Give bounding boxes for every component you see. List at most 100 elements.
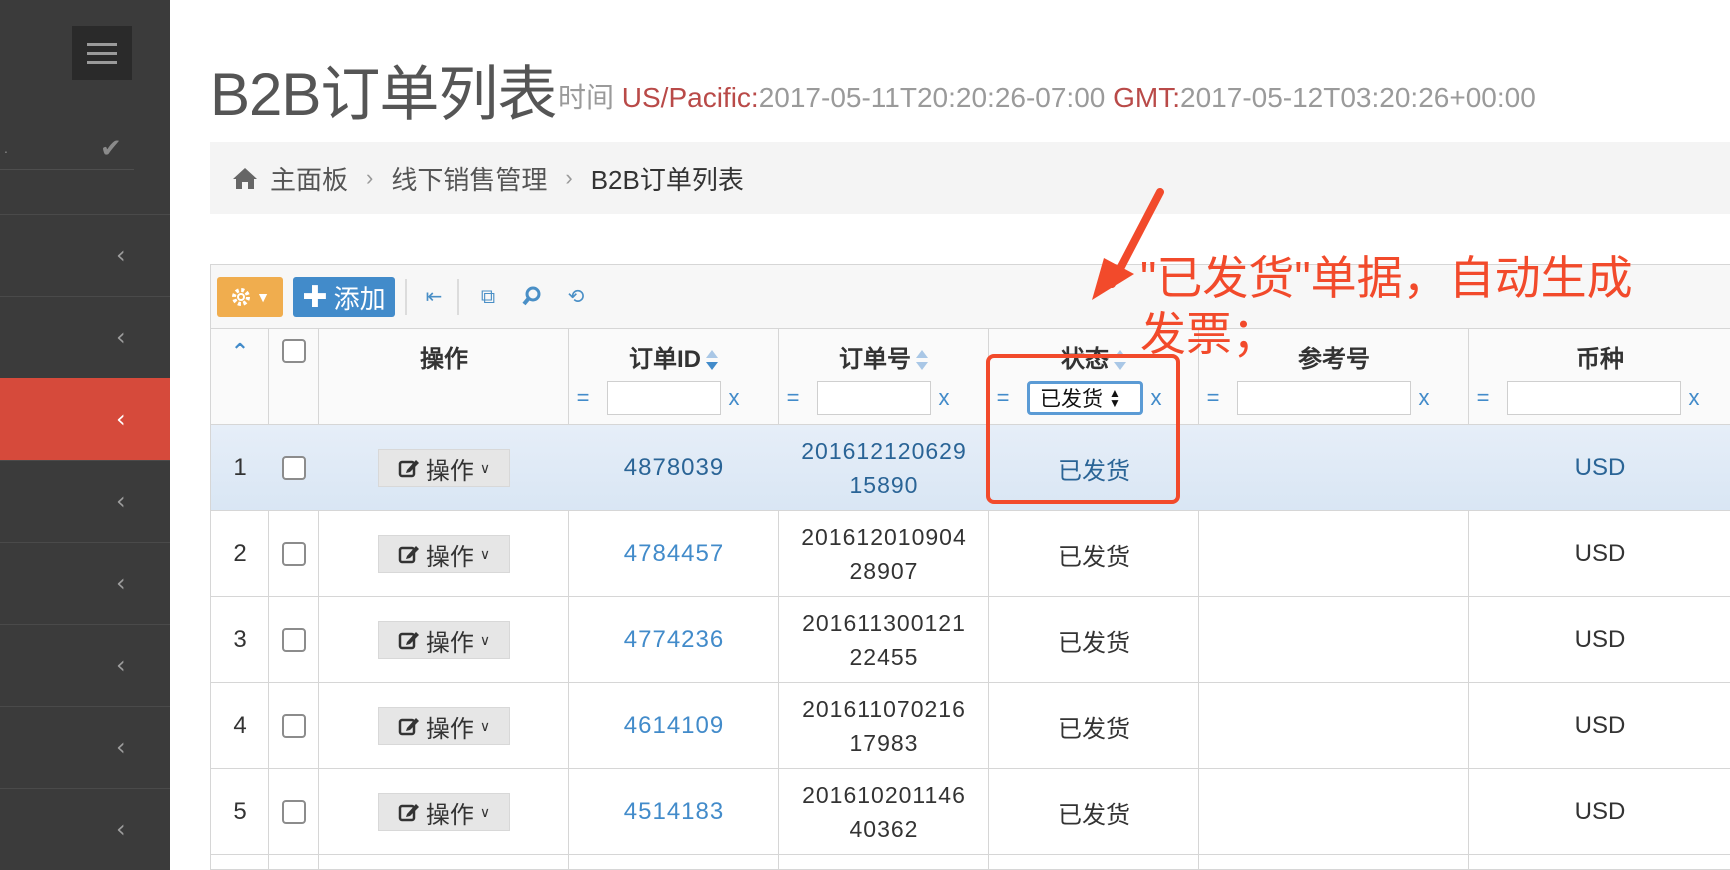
tz2-label: GMT: xyxy=(1113,82,1181,113)
row-number: 5 xyxy=(233,798,247,825)
tz1-label: US/Pacific: xyxy=(621,82,759,113)
breadcrumb-item-current: B2B订单列表 xyxy=(590,164,744,195)
currency-cell: USD xyxy=(1574,540,1626,567)
search-icon[interactable] xyxy=(519,283,545,309)
row-action-label: 操作 xyxy=(425,543,474,571)
row-action-cell: 操作 ∨ xyxy=(319,769,569,855)
row-action-cell: 操作 ∨ xyxy=(319,597,569,683)
home-icon xyxy=(233,168,257,189)
sidebar-item-7[interactable]: ‹ xyxy=(0,706,170,788)
breadcrumb-item-offline-sales[interactable]: 线下销售管理 xyxy=(391,160,547,197)
row-checkbox[interactable] xyxy=(282,542,306,566)
status-cell: 已发货 xyxy=(1058,801,1130,829)
edit-icon xyxy=(398,460,419,478)
add-button[interactable]: ✚ 添加 xyxy=(293,277,395,317)
breadcrumb-separator: › xyxy=(565,165,573,190)
tz1-value: 2017-05-11T20:20:26-07:00 xyxy=(758,82,1114,113)
filter-ref-no: = x xyxy=(1199,381,1437,415)
row-action-label: 操作 xyxy=(425,629,474,657)
table-row[interactable]: 5 操作 ∨ 4514183 201610201146 40362 已发货 USD xyxy=(211,769,1730,855)
sidebar-item-2[interactable]: ‹ xyxy=(0,296,170,378)
order-no-part2: 15890 xyxy=(849,472,919,498)
row-number: 2 xyxy=(233,540,247,567)
order-no-cell: 201611070216 17983 xyxy=(779,683,989,769)
order-id-link[interactable]: 4614109 xyxy=(569,683,779,769)
row-number: 3 xyxy=(233,626,247,653)
order-id-link[interactable]: 4774236 xyxy=(569,597,779,683)
sidebar-item-1[interactable]: ‹ xyxy=(0,214,170,296)
settings-dropdown-button[interactable]: ▼ xyxy=(217,277,283,317)
sidebar-item-6[interactable]: ‹ xyxy=(0,624,170,706)
filter-operator[interactable]: = xyxy=(779,385,807,411)
row-checkbox[interactable] xyxy=(282,800,306,824)
table-row[interactable]: 1 操作 ∨ 4878039 201612120629 15890 已发货 USD xyxy=(211,425,1730,511)
chevron-left-icon: ‹ xyxy=(116,241,126,269)
sidebar-item-5[interactable]: ‹ xyxy=(0,542,170,624)
sidebar-collapsed-item[interactable]: . ✔ xyxy=(0,128,134,170)
order-id-link[interactable]: 4784457 xyxy=(569,511,779,597)
row-action-button[interactable]: 操作 ∨ xyxy=(378,793,510,831)
filter-order-id-input[interactable] xyxy=(607,381,721,415)
filter-clear-icon[interactable]: x xyxy=(721,385,747,411)
edit-icon xyxy=(398,546,419,564)
sidebar-item-4[interactable]: ‹ xyxy=(0,460,170,542)
tz2-value: 2017-05-12T03:20:26+00:00 xyxy=(1180,82,1536,113)
order-no-cell: 201610201146 40362 xyxy=(779,769,989,855)
sidebar-item-8[interactable]: ‹ xyxy=(0,788,170,870)
check-icon: ✔ xyxy=(100,134,122,164)
row-select-cell xyxy=(269,511,319,597)
row-action-cell: 操作 ∨ xyxy=(319,511,569,597)
menu-toggle-icon[interactable] xyxy=(72,26,132,80)
plus-icon: ✚ xyxy=(302,280,328,314)
row-action-button[interactable]: 操作 ∨ xyxy=(378,621,510,659)
row-select-cell xyxy=(269,769,319,855)
row-number: 1 xyxy=(233,454,247,481)
order-no-part2: 28907 xyxy=(849,558,919,584)
row-select-cell xyxy=(269,425,319,511)
filter-clear-icon[interactable]: x xyxy=(931,385,957,411)
refresh-icon[interactable]: ⟲ xyxy=(563,283,589,309)
row-checkbox[interactable] xyxy=(282,628,306,652)
page-title: B2B订单列表 xyxy=(210,61,557,128)
row-checkbox[interactable] xyxy=(282,714,306,738)
chevron-left-icon: ‹ xyxy=(116,405,126,433)
filter-operator[interactable]: = xyxy=(569,385,597,411)
order-no-part1: 201612010904 xyxy=(801,524,967,550)
row-checkbox[interactable] xyxy=(282,456,306,480)
row-action-button[interactable]: 操作 ∨ xyxy=(378,535,510,573)
table-row[interactable]: 3 操作 ∨ 4774236 201611300121 22455 已发货 USD xyxy=(211,597,1730,683)
first-page-icon[interactable]: ⇤ xyxy=(421,283,447,309)
filter-operator[interactable]: = xyxy=(1199,385,1227,411)
sidebar-item-3-active[interactable]: ‹ xyxy=(0,378,170,460)
sort-icon xyxy=(915,349,929,372)
order-no-part1: 201612120629 xyxy=(801,438,967,464)
select-all-checkbox[interactable] xyxy=(282,339,306,363)
table-row[interactable]: 4 操作 ∨ 4614109 201611070216 17983 已发货 USD xyxy=(211,683,1730,769)
header-order-no[interactable]: 订单号 xyxy=(779,339,989,374)
row-action-button[interactable]: 操作 ∨ xyxy=(378,449,510,487)
chevron-down-icon: ∨ xyxy=(479,545,491,562)
collapse-grid-icon[interactable]: ⌃ xyxy=(211,339,269,365)
breadcrumb: 主面板 › 线下销售管理 › B2B订单列表 xyxy=(210,142,1730,214)
row-action-button[interactable]: 操作 ∨ xyxy=(378,707,510,745)
chevron-left-icon: ‹ xyxy=(116,569,126,597)
header-order-id[interactable]: 订单ID xyxy=(569,339,779,374)
row-action-label: 操作 xyxy=(425,801,474,829)
copy-icon[interactable]: ⧉ xyxy=(475,283,501,309)
order-no-part1: 201611300121 xyxy=(802,610,966,636)
order-id-link[interactable]: 4878039 xyxy=(569,425,779,511)
order-no-cell: 201612010904 28907 xyxy=(779,511,989,597)
ref-no-cell xyxy=(1199,511,1469,597)
order-id-link[interactable]: 4514183 xyxy=(569,769,779,855)
table-row[interactable]: 2 操作 ∨ 4784457 201612010904 28907 已发货 USD xyxy=(211,511,1730,597)
filter-clear-icon[interactable]: x xyxy=(1681,385,1707,411)
filter-ref-no-input[interactable] xyxy=(1237,381,1411,415)
chevron-left-icon: ‹ xyxy=(116,487,126,515)
filter-operator[interactable]: = xyxy=(1469,385,1497,411)
filter-clear-icon[interactable]: x xyxy=(1411,385,1437,411)
annotation-highlight-box xyxy=(986,354,1180,504)
filter-currency-input[interactable] xyxy=(1507,381,1681,415)
breadcrumb-item-dashboard[interactable]: 主面板 xyxy=(270,160,348,197)
filter-order-no-input[interactable] xyxy=(817,381,931,415)
order-no-part2: 22455 xyxy=(849,644,919,670)
